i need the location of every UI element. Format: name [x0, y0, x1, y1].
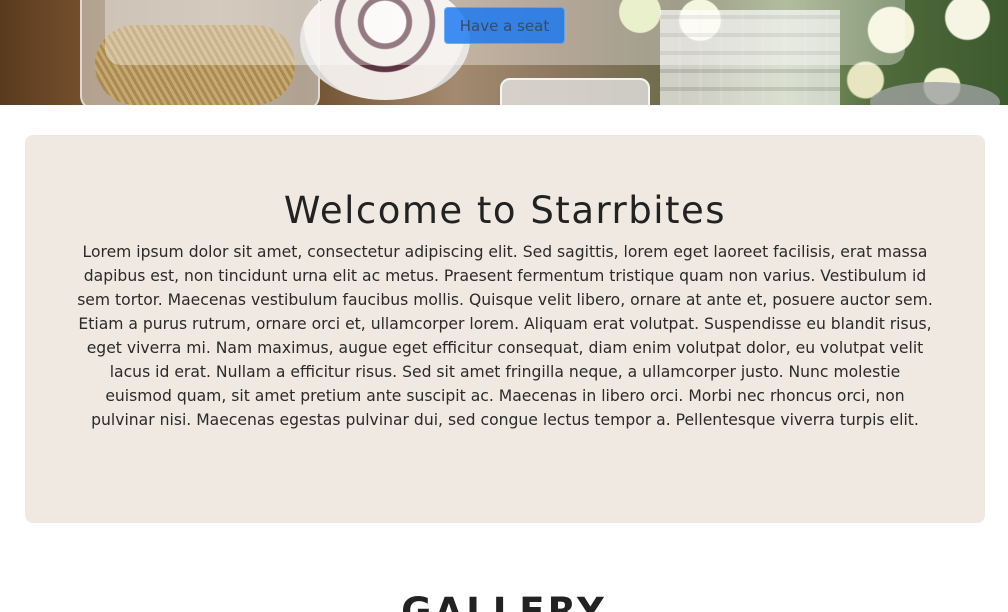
welcome-title: Welcome to Starrbites — [283, 189, 727, 232]
hero-banner: Have a seat — [0, 0, 1008, 105]
welcome-card: Welcome to Starrbites Lorem ipsum dolor … — [25, 135, 985, 523]
welcome-body-text: Lorem ipsum dolor sit amet, consectetur … — [77, 243, 933, 429]
hero-photo-container — [500, 78, 650, 105]
have-a-seat-button[interactable]: Have a seat — [444, 7, 565, 44]
gallery-heading: GALLERY — [401, 590, 607, 612]
hero-photo-bowl — [870, 82, 1000, 105]
